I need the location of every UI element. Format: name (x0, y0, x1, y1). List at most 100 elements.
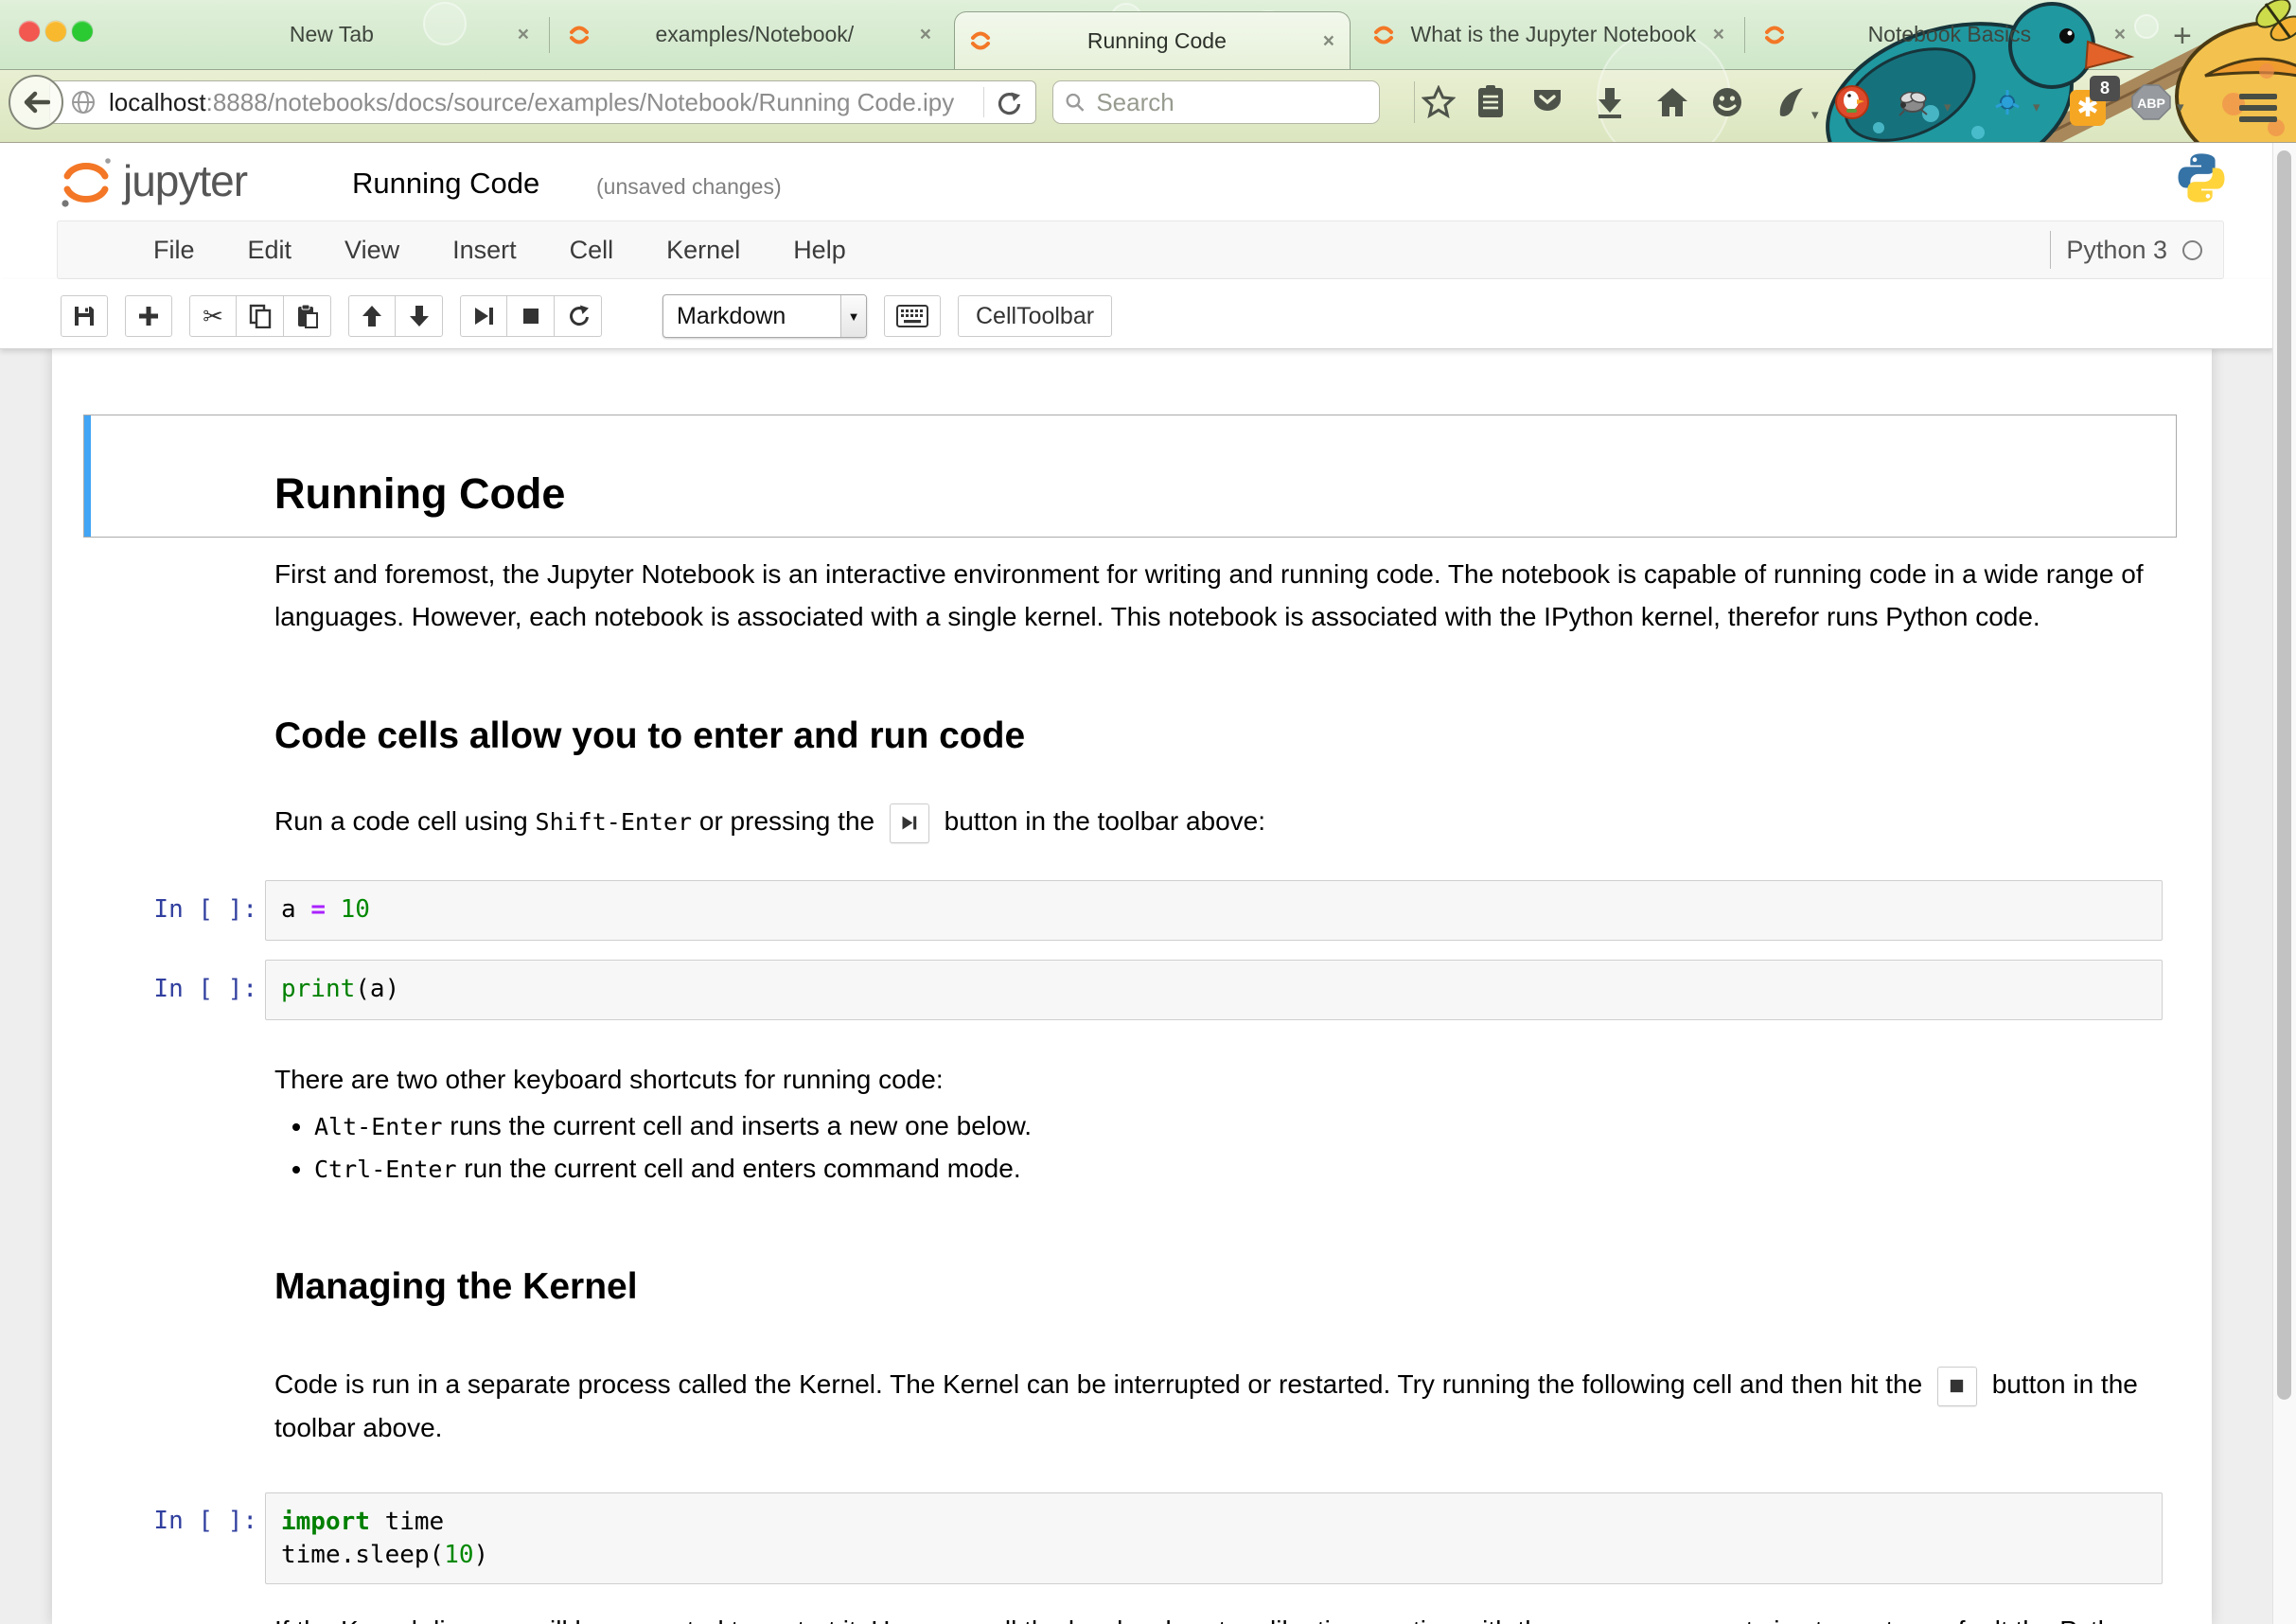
tab-close-icon[interactable]: × (518, 25, 529, 44)
jupyter-header (0, 143, 2273, 221)
window-zoom-button[interactable] (72, 21, 93, 42)
code-cell-input[interactable]: import time time.sleep(10) (265, 1492, 2163, 1584)
back-button[interactable] (9, 75, 63, 130)
tab-what-is-jupyter[interactable]: What is the Jupyter Notebook × (1358, 0, 1740, 69)
url-divider (983, 87, 984, 117)
jupyter-favicon-icon (970, 30, 991, 51)
cut-cell-button[interactable]: ✂ (189, 295, 237, 337)
save-button[interactable] (61, 295, 108, 337)
plus-icon (138, 306, 159, 327)
reading-list-icon[interactable] (1476, 83, 1505, 121)
intro-paragraph: First and foremost, the Jupyter Notebook… (274, 553, 2153, 638)
abp-label: ABP (2137, 96, 2165, 111)
tab-close-icon[interactable]: × (1713, 25, 1724, 44)
menu-edit[interactable]: Edit (248, 236, 292, 265)
tab-close-icon[interactable]: × (920, 25, 931, 44)
cell-input-prompt: In [ ]: (95, 895, 257, 924)
restart-kernel-button[interactable] (555, 295, 602, 337)
page-scrollbar[interactable] (2272, 143, 2296, 1624)
downloads-icon[interactable] (1596, 83, 1624, 121)
notebook-title[interactable]: Running Code (352, 167, 539, 201)
tab-close-icon[interactable]: × (1323, 31, 1334, 51)
jupyter-logo-icon[interactable] (59, 153, 114, 212)
tab-running-code-active[interactable]: Running Code × (954, 11, 1351, 69)
copy-cell-button[interactable] (237, 295, 284, 337)
tab-label: Running Code (1002, 28, 1312, 54)
clipped-paragraph: If the Kernel dies you will be prompted … (274, 1609, 2179, 1624)
list-item: Alt-Enter runs the current cell and inse… (314, 1105, 1032, 1148)
list-item: Ctrl-Enter run the current cell and ente… (314, 1148, 1032, 1191)
menu-kernel[interactable]: Kernel (666, 236, 740, 265)
tab-close-icon[interactable]: × (2114, 25, 2126, 44)
chevron-down-icon[interactable]: ▾ (1811, 106, 1819, 123)
paste-icon (296, 304, 319, 328)
shortcuts-intro: There are two other keyboard shortcuts f… (274, 1058, 944, 1101)
menu-file[interactable]: File (153, 236, 195, 265)
cell-type-select[interactable]: Markdown ▼ (662, 294, 867, 338)
run-cell-button[interactable] (460, 295, 507, 337)
command-palette-button[interactable] (884, 295, 941, 337)
window-minimize-button[interactable] (45, 21, 66, 42)
bookmark-star-icon[interactable] (1422, 83, 1456, 121)
tab-examples-notebook[interactable]: examples/Notebook/ × (554, 0, 946, 69)
chevron-down-icon[interactable]: ▾ (2033, 98, 2040, 115)
chevron-down-icon[interactable]: ▾ (1944, 98, 1952, 115)
code-line: print(a) (281, 973, 2146, 1006)
arrow-up-icon (362, 305, 382, 327)
insert-cell-below-button[interactable] (125, 295, 172, 337)
kernel-para-pre: Code is run in a separate process called… (274, 1369, 1930, 1399)
reload-icon[interactable] (996, 90, 1022, 116)
back-arrow-icon (22, 91, 50, 114)
move-cell-up-button[interactable] (348, 295, 396, 337)
code-cell-input[interactable]: print(a) (265, 960, 2163, 1020)
run-line-post: button in the toolbar above: (937, 806, 1265, 836)
toolbar-separator (1414, 81, 1415, 123)
blue-extension-icon[interactable] (1993, 83, 2022, 121)
run-line-pre: Run a code cell using (274, 806, 536, 836)
run-line-mid: or pressing the (692, 806, 882, 836)
kernel-paragraph: Code is run in a separate process called… (274, 1363, 2179, 1450)
jupyter-logo-text[interactable]: jupyter (123, 155, 247, 206)
search-box[interactable] (1052, 80, 1380, 124)
adblock-plus-icon[interactable]: ABP (2131, 83, 2171, 121)
menu-cell[interactable]: Cell (570, 236, 614, 265)
jupyter-toolbar: ✂ Markdown ▼ CellToolbar (0, 279, 2273, 349)
jupyter-favicon-icon (569, 25, 590, 45)
cell-input-prompt: In [ ]: (95, 1507, 257, 1535)
move-cell-down-button[interactable] (396, 295, 443, 337)
feedback-smiley-icon[interactable] (1711, 83, 1743, 121)
tab-new-tab[interactable]: New Tab × (142, 0, 544, 69)
pocket-icon[interactable] (1531, 83, 1563, 121)
window-close-button[interactable] (19, 21, 40, 42)
run-step-forward-icon (473, 306, 494, 327)
menu-help[interactable]: Help (793, 236, 846, 265)
scrollbar-thumb[interactable] (2277, 150, 2291, 1400)
bug-extension-icon[interactable] (1895, 83, 1931, 121)
heading-code-cells: Code cells allow you to enter and run co… (274, 715, 1025, 757)
new-tab-button[interactable]: + (2173, 23, 2192, 49)
home-icon[interactable] (1656, 83, 1688, 121)
url-bar[interactable]: localhost:8888/notebooks/docs/source/exa… (49, 80, 1036, 124)
search-input[interactable] (1094, 87, 1368, 118)
menu-hamburger-icon[interactable] (2239, 94, 2277, 122)
menu-view[interactable]: View (344, 236, 399, 265)
inline-stop-button-icon (1937, 1367, 1977, 1406)
cell-input-prompt: In [ ]: (95, 975, 257, 1003)
duckduckgo-icon[interactable] (1834, 83, 1870, 121)
code-cell-input[interactable]: a = 10 (265, 880, 2163, 941)
save-icon (73, 305, 96, 327)
globe-icon (71, 90, 96, 115)
code-line: a = 10 (281, 893, 2146, 927)
chevron-down-icon[interactable]: ▾ (2177, 98, 2184, 115)
jupyter-menubar: File Edit View Insert Cell Kernel Help P… (57, 221, 2224, 279)
code-line: time.sleep(10) (281, 1539, 2146, 1572)
interrupt-kernel-button[interactable] (507, 295, 555, 337)
keyboard-icon (896, 305, 928, 327)
cell-toolbar-button[interactable]: CellToolbar (958, 295, 1112, 337)
url-text[interactable]: localhost:8888/notebooks/docs/source/exa… (109, 88, 954, 117)
menu-insert[interactable]: Insert (452, 236, 517, 265)
tab-notebook-basics[interactable]: Notebook Basics × (1749, 0, 2141, 69)
quill-share-icon[interactable] (1775, 83, 1806, 121)
paste-cell-button[interactable] (284, 295, 331, 337)
save-status: (unsaved changes) (596, 174, 782, 200)
